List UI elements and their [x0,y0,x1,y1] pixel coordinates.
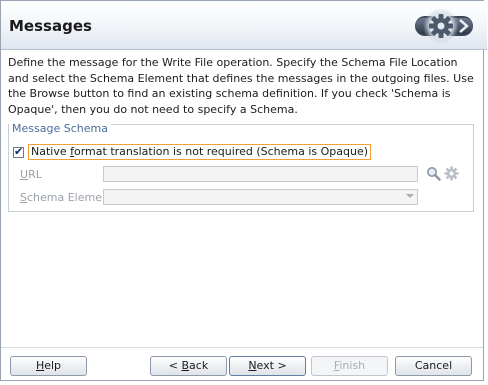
wizard-header: Messages [1,1,487,50]
url-input[interactable] [103,166,418,182]
schema-element-label: Schema Element [20,191,114,204]
opaque-schema-checkbox[interactable]: ✔ [13,144,24,158]
gear-icon[interactable] [444,166,459,181]
search-icon[interactable] [426,166,441,181]
gear-wizard-icon [415,8,473,44]
opaque-schema-label[interactable]: Native format translation is not require… [28,144,372,160]
checkmark-icon: ✔ [14,144,24,158]
cancel-button[interactable]: Cancel [395,356,472,376]
help-button[interactable]: Help [10,356,87,376]
instructions-text: Define the message for the Write File op… [8,56,474,116]
finish-button[interactable]: Finish [311,356,388,376]
message-schema-legend: Message Schema [9,123,111,135]
next-button[interactable]: Next > [229,356,306,376]
back-button[interactable]: < Back [150,356,227,376]
footer-divider [1,347,483,348]
page-title: Messages [9,17,92,35]
url-label: URL [20,168,42,181]
schema-element-select[interactable] [103,189,418,205]
opaque-schema-checkbox-row[interactable]: ✔ Native format translation is not requi… [13,144,372,160]
chevron-down-icon [406,194,414,198]
